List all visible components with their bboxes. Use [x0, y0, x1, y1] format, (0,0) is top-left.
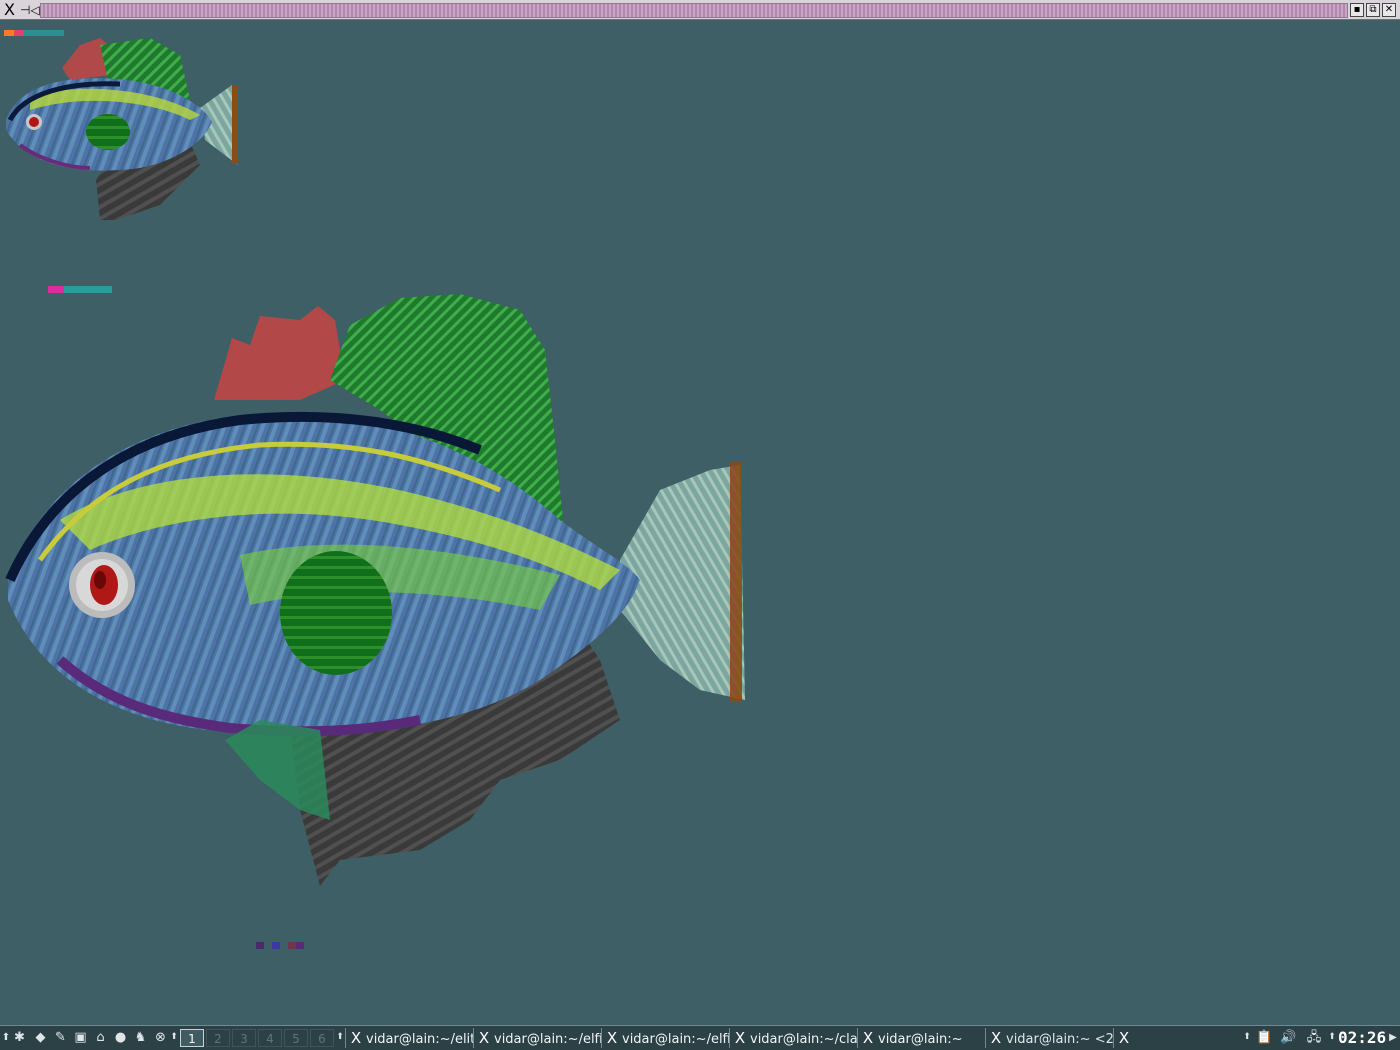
- x-window-icon: X: [1118, 1029, 1130, 1047]
- task-button-4[interactable]: Xvidar@lain:~/cla: [729, 1028, 857, 1048]
- window-titlebar[interactable]: X ⊣◁ ▪ ⧉ ✕: [0, 0, 1400, 20]
- clock-scroll-icon[interactable]: ⬆: [1328, 1029, 1336, 1046]
- color-marker-top: [4, 30, 64, 36]
- taskbar-scroll-left-icon[interactable]: ⬆: [1, 1029, 11, 1046]
- pager-scroll-icon[interactable]: ⬆: [170, 1029, 178, 1046]
- task-label: vidar@lain:~/cla: [750, 1032, 857, 1047]
- task-label: vidar@lain:~/elfi: [494, 1032, 601, 1047]
- volume-icon[interactable]: 🔊: [1280, 1029, 1297, 1046]
- task-button-5[interactable]: Xvidar@lain:~: [857, 1028, 985, 1048]
- network-icon[interactable]: 🖧: [1304, 1029, 1324, 1046]
- task-label: vidar@lain:~/elit: [366, 1032, 473, 1047]
- task-button-7[interactable]: X: [1113, 1028, 1241, 1048]
- task-button-6[interactable]: Xvidar@lain:~ <2: [985, 1028, 1113, 1048]
- clipboard-icon[interactable]: 📋: [1256, 1029, 1273, 1046]
- color-marker-mid: [48, 286, 112, 293]
- start-menu-icon[interactable]: ✱: [11, 1029, 28, 1046]
- lifebuoy-icon[interactable]: ⊗: [152, 1029, 169, 1046]
- workspace-6[interactable]: 6: [310, 1029, 334, 1047]
- workspace-1[interactable]: 1: [180, 1029, 204, 1047]
- x-window-icon: X: [990, 1029, 1002, 1047]
- workspace-3[interactable]: 3: [232, 1029, 256, 1047]
- maximize-button[interactable]: ⧉: [1366, 3, 1380, 17]
- terminal-icon[interactable]: ◆: [32, 1029, 49, 1046]
- window-icon[interactable]: ▣: [72, 1029, 89, 1046]
- small-fish-image: [6, 38, 238, 220]
- image-viewer-canvas: [0, 20, 1400, 1025]
- tasklist-scroll-icon[interactable]: ⬆: [336, 1029, 344, 1046]
- task-label: vidar@lain:~/elfi: [622, 1032, 729, 1047]
- fish-artwork: [4, 30, 745, 949]
- taskbar-scroll-right-icon[interactable]: ▶: [1388, 1029, 1398, 1046]
- x-window-icon: X: [734, 1029, 746, 1047]
- task-button-3[interactable]: Xvidar@lain:~/elfi: [601, 1028, 729, 1048]
- x-window-icon: X: [862, 1029, 874, 1047]
- large-fish-image: [5, 294, 745, 886]
- editor-icon[interactable]: ✎: [52, 1029, 69, 1046]
- workspace-2[interactable]: 2: [206, 1029, 230, 1047]
- clock[interactable]: 02:26: [1338, 1028, 1386, 1048]
- tray-scroll-icon[interactable]: ⬆: [1243, 1029, 1251, 1046]
- task-label: vidar@lain:~: [878, 1032, 963, 1047]
- task-button-1[interactable]: Xvidar@lain:~/elit: [345, 1028, 473, 1048]
- home-icon[interactable]: ⌂: [92, 1029, 109, 1046]
- taskbar: ⬆ ✱ ◆ ✎ ▣ ⌂ ● ♞ ⊗ ⬆ 1 2 3 4 5 6 ⬆ Xvidar…: [0, 1025, 1400, 1050]
- x-window-icon: X: [478, 1029, 490, 1047]
- task-button-2[interactable]: Xvidar@lain:~/elfi: [473, 1028, 601, 1048]
- x-window-icon: X: [606, 1029, 618, 1047]
- game-icon[interactable]: ♞: [132, 1029, 149, 1046]
- task-label: vidar@lain:~ <2: [1006, 1032, 1113, 1047]
- workspace-4[interactable]: 4: [258, 1029, 282, 1047]
- titlebar-drag-area[interactable]: [40, 3, 1348, 18]
- pin-icon[interactable]: ⊣◁: [20, 1, 40, 19]
- workspace-5[interactable]: 5: [284, 1029, 308, 1047]
- close-button[interactable]: ✕: [1382, 3, 1396, 17]
- color-marker-bottom: [256, 942, 304, 949]
- browser-icon[interactable]: ●: [112, 1029, 129, 1046]
- window-menu-icon[interactable]: X: [4, 0, 15, 20]
- x-window-icon: X: [350, 1029, 362, 1047]
- minimize-button[interactable]: ▪: [1350, 3, 1364, 17]
